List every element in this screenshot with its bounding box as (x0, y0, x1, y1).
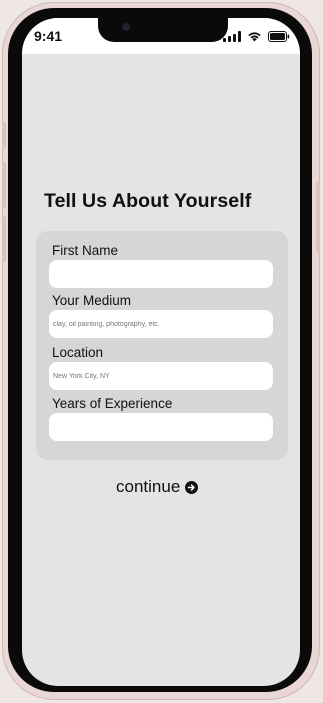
volume-up-button (2, 162, 6, 208)
location-label: Location (52, 345, 104, 360)
continue-button[interactable]: continue (116, 477, 199, 497)
experience-label: Years of Experience (52, 396, 173, 411)
front-camera (122, 23, 130, 31)
battery-icon (268, 30, 290, 42)
first-name-label: First Name (52, 243, 119, 258)
arrow-right-circle-icon (185, 480, 199, 494)
volume-down-button (2, 216, 6, 262)
experience-input[interactable] (49, 413, 273, 441)
page-title: Tell Us About Yourself (44, 190, 252, 212)
medium-label: Your Medium (52, 293, 132, 308)
medium-input[interactable] (49, 310, 273, 338)
status-icons (223, 30, 290, 42)
app-screen: 9:41 Tell Us About Yourself First Name Y… (22, 18, 300, 686)
mute-switch (2, 122, 6, 148)
location-input[interactable] (49, 362, 273, 390)
first-name-input[interactable] (49, 260, 273, 288)
status-time: 9:41 (34, 28, 63, 44)
continue-label: continue (116, 477, 181, 496)
status-bar: 9:41 (22, 18, 300, 54)
about-form-card: First Name Your Medium Location Years of… (36, 231, 288, 460)
notch (98, 18, 228, 42)
wifi-icon (247, 31, 262, 42)
cellular-signal-icon (223, 30, 241, 42)
power-button (316, 182, 320, 252)
